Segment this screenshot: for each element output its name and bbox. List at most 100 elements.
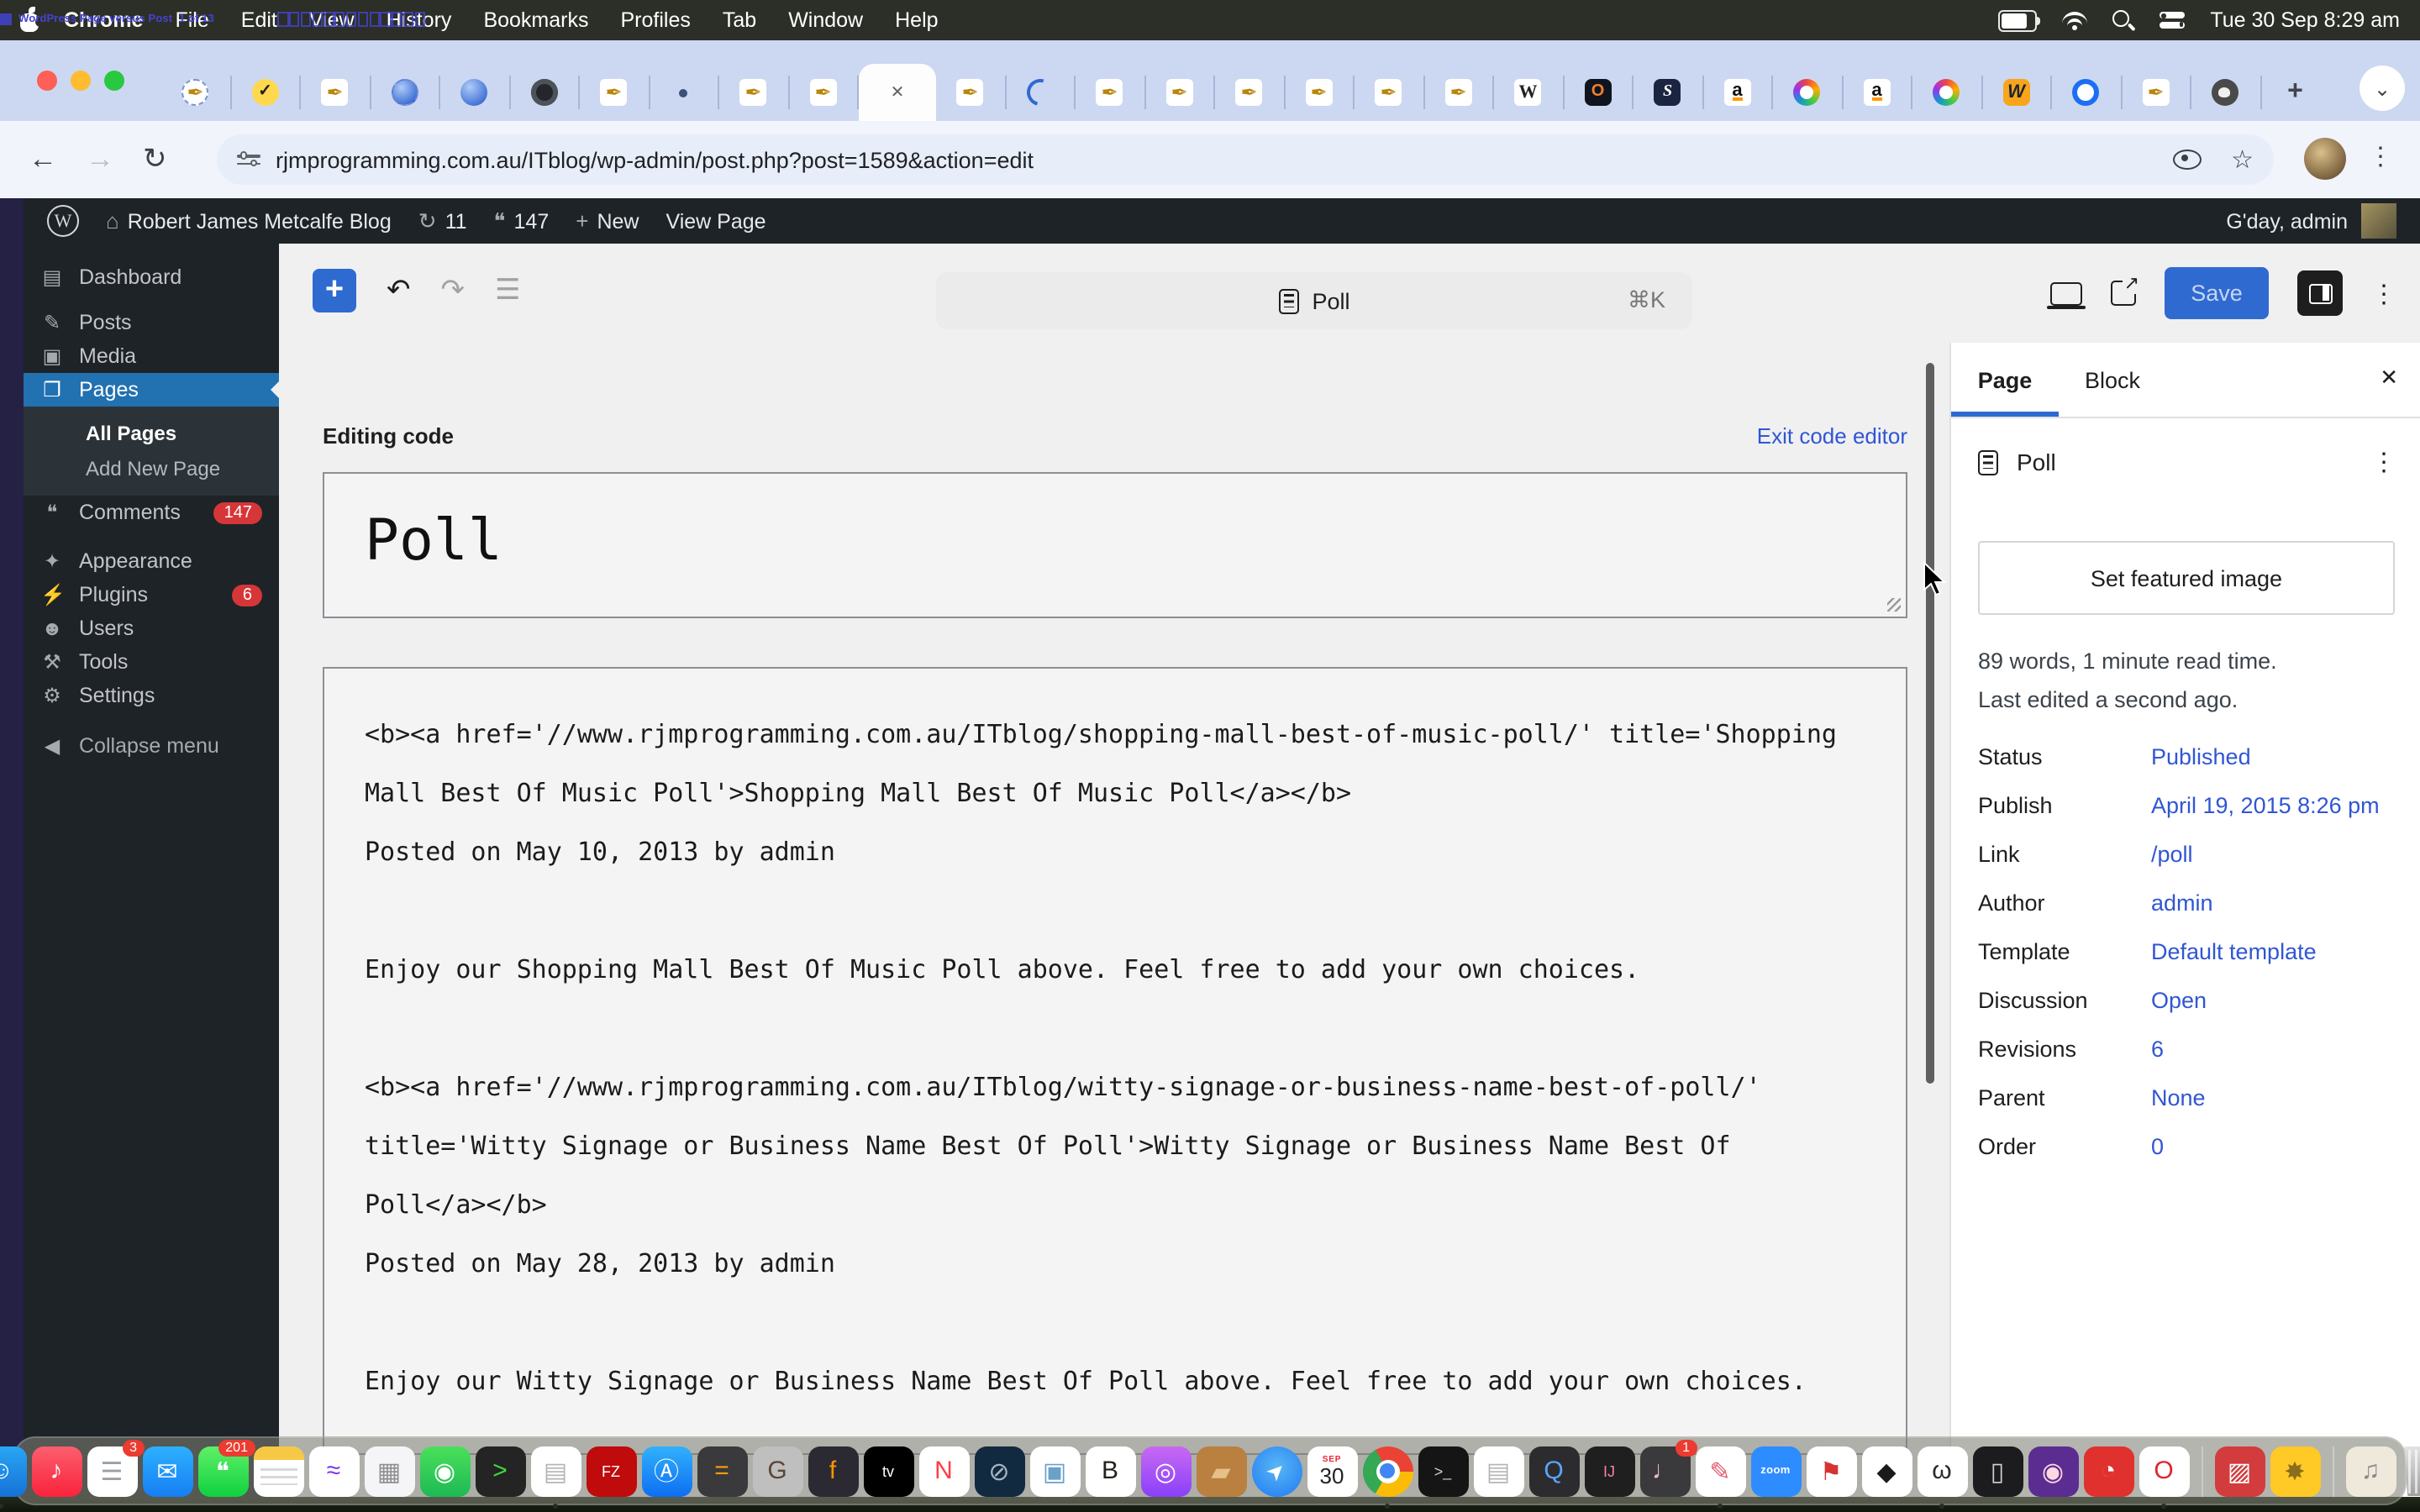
dock-textedit-icon[interactable]: ▤ — [1473, 1446, 1523, 1496]
tab-sdark-21[interactable]: S — [1634, 76, 1703, 109]
sidebar-item-dashboard[interactable]: ▤ Dashboard — [24, 260, 279, 294]
meta-value-link[interactable]: None — [2151, 1085, 2206, 1110]
dock-music-file-icon[interactable]: ♫ — [2345, 1446, 2396, 1496]
sidebar-item-all-pages[interactable]: All Pages — [24, 415, 279, 450]
dock-photos-red-icon[interactable]: ▨ — [2214, 1446, 2265, 1496]
menu-item-edit[interactable]: Edit — [241, 8, 277, 32]
dock-inkscape-icon[interactable]: ◆ — [1861, 1446, 1912, 1496]
dock-app-store-icon[interactable]: Ⓐ — [641, 1446, 692, 1496]
meta-value-link[interactable]: admin — [2151, 890, 2213, 916]
editor-scrollbar[interactable] — [1926, 363, 1934, 1084]
tab-quill-13[interactable]: ✒ — [1076, 76, 1145, 109]
tab-plus-30[interactable]: + — [2261, 76, 2329, 109]
tab-quill-14[interactable]: ✒ — [1145, 76, 1215, 109]
sidebar-item-settings[interactable]: ⚙ Settings — [24, 679, 279, 712]
chrome-menu-icon[interactable]: ⋮ — [2368, 141, 2393, 171]
list-view-icon[interactable]: ☰ — [495, 273, 521, 307]
tab-quill-2[interactable]: ✒ — [301, 76, 371, 109]
sidebar-item-tools[interactable]: ⚒ Tools — [24, 645, 279, 679]
dock-quicktime-icon[interactable]: Q — [1528, 1446, 1579, 1496]
dock-finder-icon[interactable]: ☺ — [0, 1446, 26, 1508]
dock-opera-icon[interactable]: O — [2139, 1446, 2189, 1508]
dock-lightbulb-icon[interactable]: ✸ — [2270, 1446, 2320, 1496]
meta-value-link[interactable]: /poll — [2151, 842, 2193, 867]
meta-value-link[interactable]: 6 — [2151, 1037, 2164, 1062]
dock-keynote-dark-icon[interactable]: > — [475, 1446, 525, 1496]
tab-tdot-7[interactable] — [650, 76, 719, 109]
dock-gimp-icon[interactable]: G — [752, 1446, 802, 1496]
tab-sphere-4[interactable] — [440, 76, 510, 109]
dock-bible-icon[interactable]: B — [1085, 1446, 1135, 1496]
dock-calculator-icon[interactable]: = — [697, 1446, 747, 1496]
tab-quill-16[interactable]: ✒ — [1285, 76, 1355, 109]
menu-item-view[interactable]: View — [309, 8, 355, 32]
dock-terminal-icon[interactable]: >_ — [1418, 1446, 1468, 1496]
dock-iphone-icon[interactable]: ▯ — [1972, 1446, 2023, 1496]
editor-options-icon[interactable]: ⋮ — [2371, 278, 2396, 308]
tab-quill-8[interactable]: ✒ — [719, 76, 789, 109]
view-page-link[interactable]: View Page — [666, 209, 765, 233]
search-icon[interactable] — [2112, 9, 2136, 31]
forward-button[interactable]: → — [86, 143, 114, 176]
tab-amzn-24[interactable]: a — [1843, 76, 1912, 109]
tab-quill-17[interactable]: ✒ — [1355, 76, 1424, 109]
dock-launchpad-icon[interactable]: ▦ — [364, 1446, 414, 1496]
reload-button[interactable]: ↻ — [143, 143, 167, 176]
sidebar-item-comments[interactable]: ❝ Comments 147 — [24, 496, 279, 529]
meta-value-link[interactable]: Open — [2151, 988, 2207, 1013]
sidebar-item-pages[interactable]: ❐ Pages — [24, 373, 279, 407]
exit-code-editor-link[interactable]: Exit code editor — [1757, 423, 1907, 448]
tab-page[interactable]: Page — [1951, 367, 2059, 392]
meta-value-link[interactable]: 0 — [2151, 1134, 2164, 1159]
dock-reminders-icon[interactable]: ☰ 3 — [87, 1439, 144, 1496]
post-content-code-textarea[interactable]: <b><a href='//www.rjmprogramming.com.au/… — [323, 667, 1907, 1455]
address-bar[interactable]: rjmprogramming.com.au/ITblog/wp-admin/po… — [217, 134, 2274, 185]
comments-link[interactable]: ❝ 147 — [494, 207, 550, 234]
view-page-external-icon[interactable]: ↗ — [2111, 272, 2141, 306]
sidebar-item-appearance[interactable]: ✦ Appearance — [24, 544, 279, 578]
battery-icon[interactable] — [1998, 9, 2041, 31]
tab-watt-26[interactable]: W — [1982, 76, 2052, 109]
dock-news-icon[interactable]: N — [918, 1446, 969, 1496]
bookmark-star-icon[interactable]: ☆ — [2231, 144, 2254, 175]
menu-item-profiles[interactable]: Profiles — [621, 8, 691, 32]
block-inserter-button[interactable]: + — [313, 268, 356, 312]
dock-firefox-icon[interactable]: f — [808, 1446, 858, 1496]
dock-notes-icon[interactable] — [253, 1446, 303, 1496]
tab-dots-23[interactable] — [1773, 76, 1843, 109]
preview-icon[interactable] — [2047, 281, 2086, 310]
tab-sphered-3[interactable] — [371, 76, 440, 109]
dock-garageband-icon[interactable]: ♩ 1 — [1639, 1439, 1697, 1496]
url-text[interactable]: rjmprogramming.com.au/ITblog/wp-admin/po… — [276, 147, 2157, 172]
sidebar-item-users[interactable]: ☻ Users — [24, 612, 279, 645]
command-center-button[interactable]: Poll ⌘K — [936, 272, 1692, 329]
dock-chrome-icon[interactable] — [1362, 1446, 1413, 1508]
dock-screenshot-icon[interactable]: ▣ — [1029, 1446, 1080, 1496]
tab-darkc-29[interactable] — [2191, 76, 2261, 109]
tab-quill-18[interactable]: ✒ — [1424, 76, 1494, 109]
meta-value-link[interactable]: Default template — [2151, 939, 2317, 964]
minimize-window-button[interactable] — [71, 71, 91, 91]
dock-nosign-icon[interactable]: ⊘ — [974, 1446, 1024, 1496]
site-name-link[interactable]: ⌂ Robert James Metcalfe Blog — [106, 208, 392, 234]
wifi-icon[interactable] — [2062, 11, 2088, 29]
tab-quill-15[interactable]: ✒ — [1215, 76, 1285, 109]
dock-purple-app-icon[interactable]: ◉ — [2028, 1446, 2078, 1496]
redo-icon[interactable]: ↷ — [441, 273, 466, 307]
tab-ring-27[interactable] — [2052, 76, 2122, 109]
tab-odark-20[interactable]: O — [1564, 76, 1634, 109]
meta-value-link[interactable]: April 19, 2015 8:26 pm — [2151, 793, 2380, 818]
updates-link[interactable]: ↻ 11 — [418, 207, 467, 234]
control-center-icon[interactable] — [2160, 10, 2186, 30]
settings-panel-toggle-button[interactable] — [2297, 270, 2343, 316]
dock-dial-app-icon[interactable]: ◔ — [2083, 1446, 2133, 1496]
sidebar-item-posts[interactable]: ✎ Posts — [24, 306, 279, 339]
dock-freeform-icon[interactable]: ≈ — [308, 1446, 359, 1496]
set-featured-image-button[interactable]: Set featured image — [1978, 541, 2395, 615]
tab-quill-28[interactable]: ✒ — [2122, 76, 2191, 109]
menu-item-help[interactable]: Help — [895, 8, 938, 32]
dock-music-icon[interactable]: ♪ — [31, 1446, 82, 1496]
tab-amzn-22[interactable]: a — [1703, 76, 1773, 109]
menu-item-history[interactable]: History — [387, 8, 452, 32]
admin-greeting[interactable]: G'day, admin — [2226, 203, 2396, 239]
